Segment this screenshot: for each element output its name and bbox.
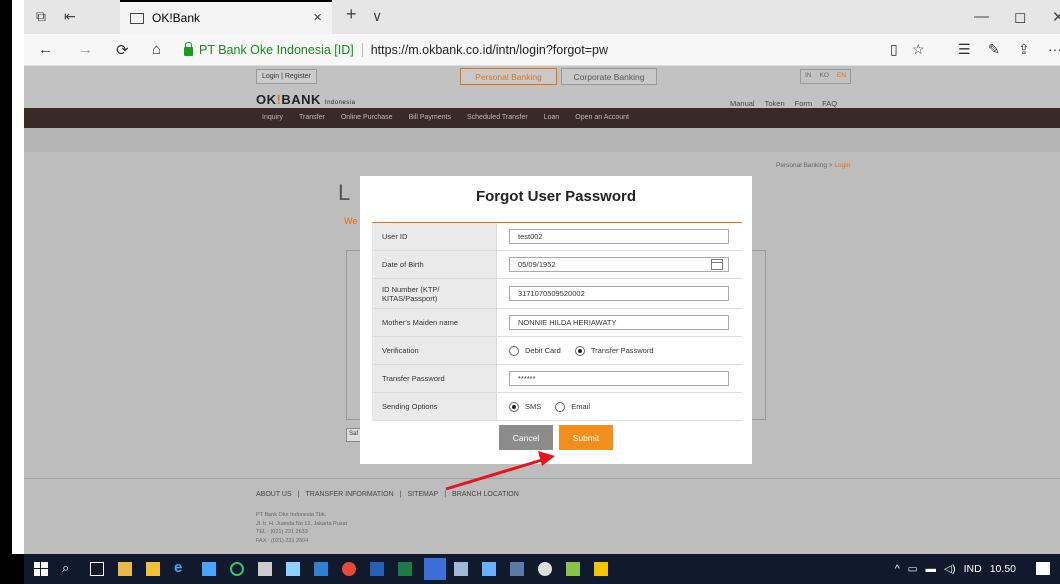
clock[interactable]: 10.50 [990, 563, 1016, 575]
excel-icon[interactable] [398, 562, 412, 576]
system-tray: ^ ▭ ▬ ◁) IND 10.50 [895, 563, 1016, 575]
internet-explorer-icon[interactable]: e [174, 559, 188, 576]
annotation-arrow-icon [445, 451, 555, 491]
language-indicator[interactable]: IND [964, 563, 982, 575]
file-explorer-icon[interactable] [118, 562, 132, 576]
screen: ⧉ ⇤ OK!Bank × + ∨ — ◻ ✕ ← → ⟳ ⌂ PT Bank … [0, 0, 1060, 584]
app-leaf-icon[interactable] [566, 562, 580, 576]
sticky-notes-icon[interactable] [594, 562, 608, 576]
app-paint-icon[interactable] [538, 562, 552, 576]
app-network-icon[interactable] [286, 562, 300, 576]
app-tools-icon[interactable] [454, 562, 468, 576]
app-monitor-icon[interactable] [510, 562, 524, 576]
start-windows-icon[interactable] [34, 562, 48, 576]
app-green-icon[interactable] [230, 562, 244, 576]
battery-icon[interactable]: ▬ [926, 563, 937, 575]
app-vb-icon[interactable] [258, 562, 272, 576]
edge-active-icon[interactable] [424, 558, 446, 580]
mail-icon[interactable] [202, 562, 216, 576]
search-icon[interactable]: ⌕ [62, 560, 76, 575]
word-icon[interactable] [370, 562, 384, 576]
network-icon[interactable]: ▭ [908, 563, 918, 575]
windows-taskbar: ⌕ e ^ ▭ ▬ ◁) IND 10.50 [12, 554, 1060, 584]
task-view-icon[interactable] [90, 562, 104, 576]
store-icon[interactable] [146, 562, 160, 576]
chevron-up-icon[interactable]: ^ [895, 563, 900, 575]
chrome-icon[interactable] [342, 562, 356, 576]
volume-icon[interactable]: ◁) [944, 563, 956, 575]
outlook-icon[interactable] [314, 562, 328, 576]
app-design-icon[interactable] [482, 562, 496, 576]
notification-center-icon[interactable] [1036, 562, 1050, 575]
